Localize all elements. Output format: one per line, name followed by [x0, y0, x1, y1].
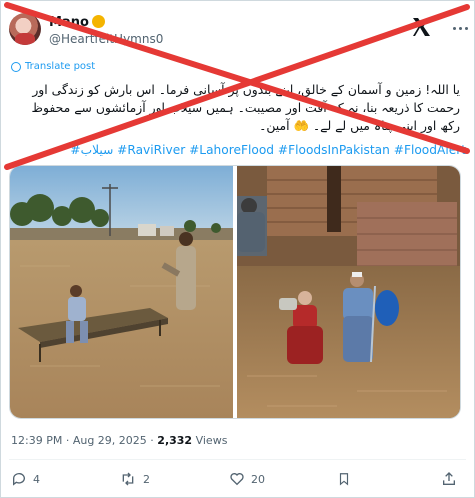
translate-post-link[interactable]: Translate post [11, 61, 95, 72]
repost-icon [122, 472, 134, 486]
post-header: Mano @HeartfeltHymns0 [9, 11, 469, 51]
like-button[interactable]: 20 [229, 471, 265, 487]
display-name-text: Mano [49, 15, 89, 30]
x-logo-icon [413, 18, 430, 36]
more-options-icon[interactable] [451, 19, 469, 37]
views-label: Views [195, 434, 228, 447]
flood-photo-right[interactable] [237, 166, 461, 419]
repost-button[interactable]: 2 [119, 471, 150, 487]
user-handle[interactable]: @HeartfeltHymns0 [49, 32, 163, 46]
views-count: 2,332 [157, 434, 193, 447]
meta-separator: · [150, 434, 154, 447]
repost-count: 2 [143, 472, 150, 486]
post-text-line: رحمت کا ذریعہ بنا، نہ کہ آفت اور مصیبت۔ … [31, 100, 460, 115]
translate-label: Translate post [25, 61, 96, 72]
post-card: Mano @HeartfeltHymns0 Translate post یا … [0, 0, 475, 498]
hashtag-links[interactable]: #سیلاب #RaviRiver #LahoreFlood #FloodsIn… [11, 143, 466, 157]
bookmark-button[interactable] [337, 471, 351, 487]
reply-icon [12, 473, 25, 486]
flood-photo-left[interactable] [10, 166, 233, 419]
post-text-line: یا اللہ! زمین و آسمان کے خالق، اپنے بندو… [32, 82, 460, 97]
post-date[interactable]: Aug 29, 2025 [73, 434, 147, 447]
share-icon [443, 472, 455, 485]
cat-emoji-icon [91, 15, 105, 28]
divider [9, 459, 466, 460]
meta-separator: · [65, 434, 70, 447]
like-count: 20 [251, 472, 265, 486]
reply-button[interactable]: 4 [11, 471, 40, 487]
post-media[interactable] [9, 165, 461, 419]
reply-count: 4 [33, 472, 40, 486]
heart-icon [230, 473, 244, 486]
post-meta: 12:39 PM · Aug 29, 2025 · 2,332 Views [11, 434, 227, 447]
post-text: یا اللہ! زمین و آسمان کے خالق، اپنے بندو… [20, 81, 460, 135]
display-name[interactable]: Mano [49, 15, 105, 30]
bookmark-icon [339, 473, 349, 486]
post-text-line: رکھ اور اپنی پناہ میں لے لے۔ 🤲 آمین۔ [259, 118, 460, 133]
globe-icon [11, 61, 21, 72]
post-time[interactable]: 12:39 PM [11, 434, 62, 447]
share-button[interactable] [441, 471, 457, 487]
action-bar: 4 2 20 [11, 471, 466, 493]
avatar[interactable] [9, 13, 41, 45]
